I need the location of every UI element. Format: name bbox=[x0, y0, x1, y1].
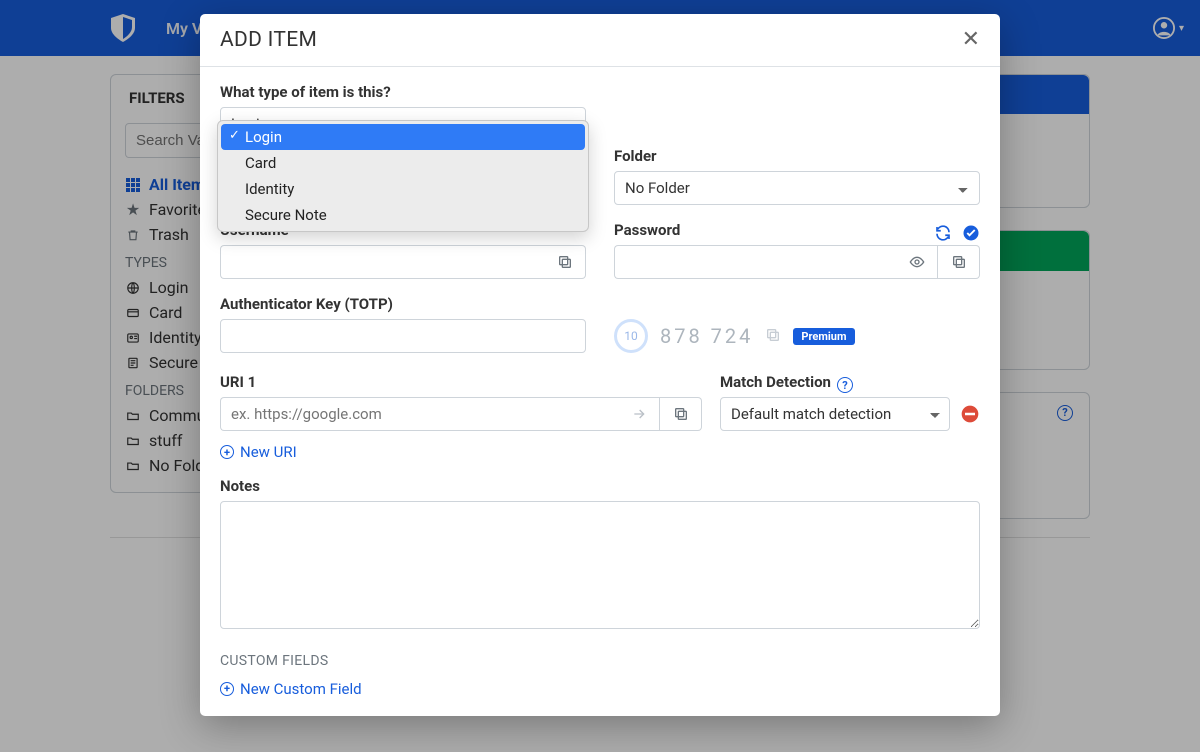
modal-title: ADD ITEM bbox=[220, 28, 317, 52]
new-custom-field-button[interactable]: + New Custom Field bbox=[220, 680, 362, 698]
uri-input[interactable] bbox=[220, 397, 618, 431]
item-type-option-identity[interactable]: Identity bbox=[221, 176, 585, 202]
username-input[interactable] bbox=[220, 245, 544, 279]
item-type-label: What type of item is this? bbox=[220, 83, 586, 101]
notes-label: Notes bbox=[220, 477, 980, 495]
totp-label: Authenticator Key (TOTP) bbox=[220, 295, 586, 313]
copy-totp-icon[interactable] bbox=[765, 324, 781, 348]
totp-timer-icon: 10 bbox=[614, 319, 648, 353]
custom-fields-header: CUSTOM FIELDS bbox=[220, 653, 980, 669]
item-type-option-secure-note[interactable]: Secure Note bbox=[221, 202, 585, 228]
premium-badge: Premium bbox=[793, 328, 854, 345]
folder-label: Folder bbox=[614, 147, 980, 165]
password-label: Password bbox=[614, 221, 680, 239]
copy-uri-icon[interactable] bbox=[660, 397, 702, 431]
notes-textarea[interactable] bbox=[220, 501, 980, 629]
check-password-icon[interactable] bbox=[962, 224, 980, 242]
plus-circle-icon: + bbox=[220, 682, 234, 696]
match-label: Match Detection bbox=[720, 373, 831, 391]
plus-circle-icon: + bbox=[220, 445, 234, 459]
uri-label: URI 1 bbox=[220, 373, 702, 391]
item-type-option-login[interactable]: Login bbox=[221, 124, 585, 150]
item-type-option-card[interactable]: Card bbox=[221, 150, 585, 176]
totp-input[interactable] bbox=[220, 319, 586, 353]
folder-select[interactable]: No Folder bbox=[614, 171, 980, 205]
item-type-dropdown: Login Card Identity Secure Note bbox=[217, 120, 589, 232]
copy-password-button[interactable] bbox=[938, 245, 980, 279]
close-icon[interactable]: ✕ bbox=[962, 29, 980, 51]
help-icon[interactable]: ? bbox=[837, 377, 853, 393]
toggle-password-icon[interactable] bbox=[896, 245, 938, 279]
copy-username-button[interactable] bbox=[544, 245, 586, 279]
totp-code: 878 724 bbox=[660, 324, 753, 348]
new-uri-button[interactable]: + New URI bbox=[220, 443, 297, 461]
launch-uri-icon[interactable] bbox=[618, 397, 660, 431]
remove-uri-icon[interactable] bbox=[960, 404, 980, 424]
password-input[interactable] bbox=[614, 245, 896, 279]
match-detection-select[interactable]: Default match detection bbox=[720, 397, 950, 431]
regenerate-password-icon[interactable] bbox=[934, 224, 952, 242]
